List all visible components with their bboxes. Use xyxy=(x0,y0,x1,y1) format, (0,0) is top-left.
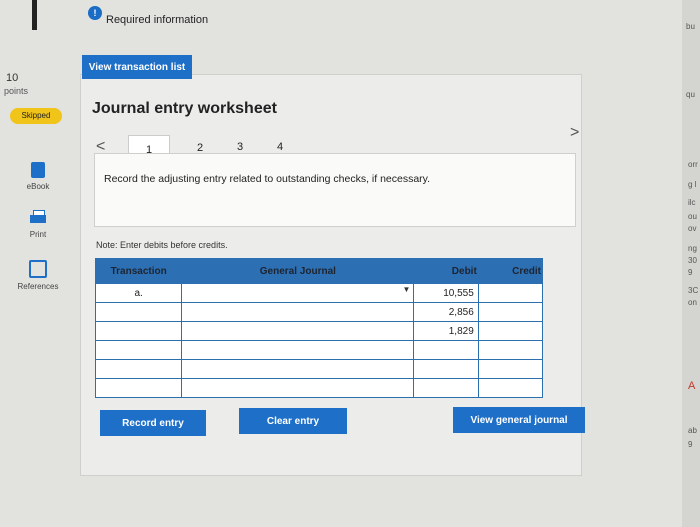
edge-text: g l xyxy=(688,180,697,189)
page-title: Journal entry worksheet xyxy=(92,100,277,117)
tab-3[interactable]: 3 xyxy=(237,141,243,153)
transaction-cell xyxy=(94,378,183,398)
credit-input[interactable] xyxy=(477,340,544,360)
account-select[interactable] xyxy=(181,302,415,322)
debit-input[interactable]: 1,829 xyxy=(413,321,479,341)
edge-text: qu xyxy=(686,90,695,99)
ebook-icon xyxy=(31,162,45,178)
table-row: 1,829 xyxy=(94,321,544,341)
column-header-debit: Debit xyxy=(413,258,479,284)
print-icon xyxy=(30,210,46,224)
edge-text: A xyxy=(688,380,696,392)
edge-text: orr xyxy=(688,160,698,169)
credit-input[interactable] xyxy=(477,359,544,379)
required-information-tab[interactable]: Required information xyxy=(106,14,208,26)
sidebar-item-print[interactable]: Print xyxy=(8,210,68,239)
transaction-cell xyxy=(94,359,183,379)
status-badge: Skipped xyxy=(10,108,62,124)
credit-input[interactable] xyxy=(477,302,544,322)
account-select[interactable]: ▼ xyxy=(181,283,415,303)
view-transaction-list-button[interactable]: View transaction list xyxy=(82,55,192,79)
table-header-row: Transaction General Journal Debit Credit xyxy=(94,258,544,284)
instruction-box xyxy=(94,153,576,227)
credit-input[interactable] xyxy=(477,378,544,398)
edge-text: bu xyxy=(686,22,695,31)
sidebar-item-label: Print xyxy=(29,230,47,239)
account-select[interactable] xyxy=(181,340,415,360)
debit-input[interactable] xyxy=(413,359,479,379)
table-row: a. ▼ 10,555 xyxy=(94,283,544,303)
view-general-journal-button[interactable]: View general journal xyxy=(453,407,585,433)
table-row xyxy=(94,359,544,379)
edge-text: 3C xyxy=(688,286,699,295)
sidebar-item-ebook[interactable]: eBook xyxy=(8,162,68,191)
transaction-cell xyxy=(94,302,183,322)
journal-table: Transaction General Journal Debit Credit… xyxy=(94,258,544,398)
credit-input[interactable] xyxy=(477,321,544,341)
account-select[interactable] xyxy=(181,321,415,341)
column-header-credit: Credit xyxy=(477,258,544,284)
top-left-mark xyxy=(32,0,37,30)
edge-text: 30 xyxy=(688,256,697,265)
edge-text: 9 xyxy=(688,440,693,449)
column-header-transaction: Transaction xyxy=(94,258,183,284)
edge-text: ab xyxy=(688,426,697,435)
column-header-general-journal: General Journal xyxy=(181,258,415,284)
references-icon xyxy=(29,260,47,278)
edge-text: ilc xyxy=(688,198,696,207)
transaction-cell: a. xyxy=(94,283,183,303)
points-value: 10 xyxy=(6,72,19,84)
sidebar-item-label: eBook xyxy=(26,182,50,191)
note-text: Note: Enter debits before credits. xyxy=(96,240,228,250)
tab-4[interactable]: 4 xyxy=(277,141,283,153)
table-row xyxy=(94,378,544,398)
debit-input[interactable]: 2,856 xyxy=(413,302,479,322)
edge-text: ou xyxy=(688,212,697,221)
record-entry-button[interactable]: Record entry xyxy=(100,410,206,436)
transaction-cell xyxy=(94,340,183,360)
next-arrow-icon[interactable]: > xyxy=(570,124,579,142)
debit-input[interactable] xyxy=(413,378,479,398)
table-row xyxy=(94,340,544,360)
alert-icon: ! xyxy=(88,6,102,20)
clear-entry-button[interactable]: Clear entry xyxy=(239,408,347,434)
account-select[interactable] xyxy=(181,378,415,398)
edge-text: ov xyxy=(688,224,697,233)
instruction-text: Record the adjusting entry related to ou… xyxy=(104,173,431,185)
transaction-cell xyxy=(94,321,183,341)
table-row: 2,856 xyxy=(94,302,544,322)
debit-input[interactable] xyxy=(413,340,479,360)
credit-input[interactable] xyxy=(477,283,544,303)
sidebar-item-references[interactable]: References xyxy=(8,260,68,291)
edge-text: on xyxy=(688,298,697,307)
debit-input[interactable]: 10,555 xyxy=(413,283,479,303)
chevron-down-icon[interactable]: ▼ xyxy=(403,285,411,294)
points-label: points xyxy=(4,86,29,96)
edge-text: 9 xyxy=(688,268,693,277)
account-select[interactable] xyxy=(181,359,415,379)
edge-text: ng xyxy=(688,244,697,253)
sidebar-item-label: References xyxy=(17,282,59,291)
